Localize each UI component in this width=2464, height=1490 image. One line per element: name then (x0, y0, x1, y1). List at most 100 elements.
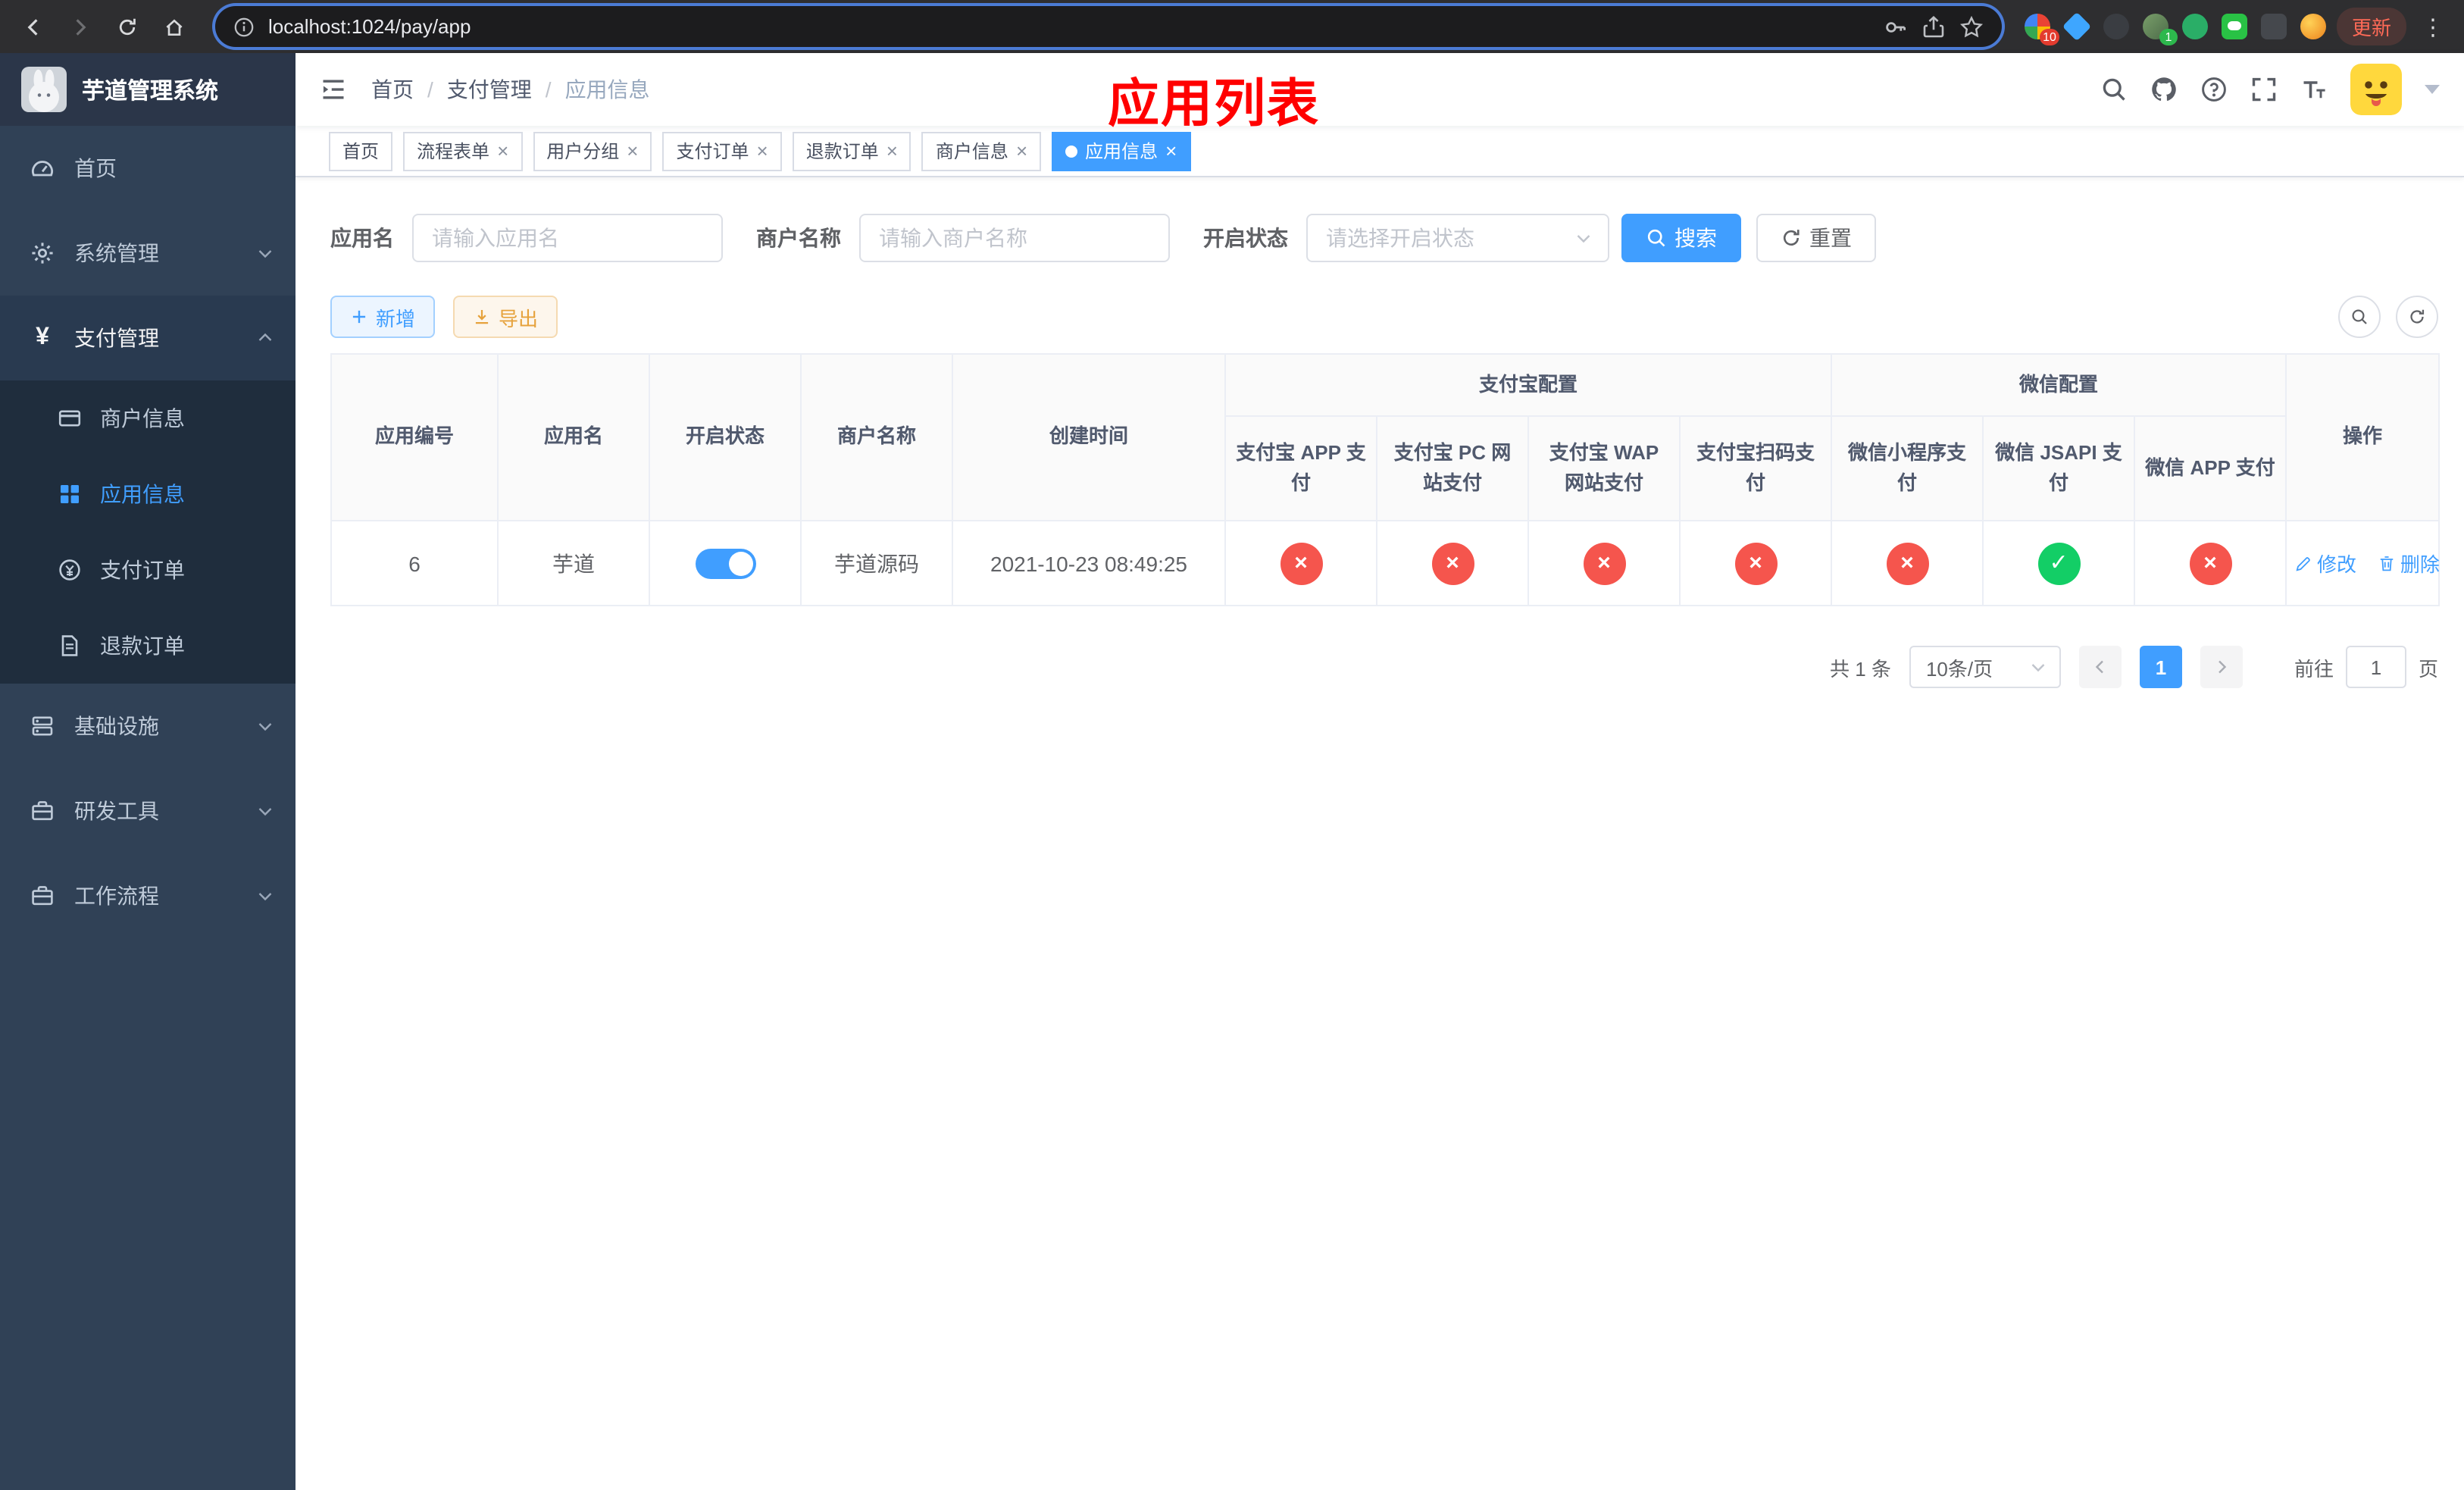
tags-view: 首页 流程表单 × 用户分组 × 支付订单 × 退款订单 × 商户信息 × 应用信息 × (295, 126, 2464, 177)
current-page[interactable]: 1 (2139, 646, 2182, 688)
cell-app-name: 芋道 (497, 520, 650, 606)
sidebar-item-label: 支付管理 (74, 326, 159, 350)
col-alipay-qr: 支付宝扫码支付 (1678, 415, 1833, 521)
sidebar-submenu-payment: 商户信息 应用信息 支付订单 退款订单 (0, 380, 295, 684)
add-button[interactable]: 新增 (330, 296, 436, 338)
page-content: 应用名 商户名称 开启状态 请选择开启状态 搜索 重置 (295, 177, 2464, 1490)
col-status: 开启状态 (649, 353, 802, 521)
prev-page-button[interactable] (2078, 646, 2122, 688)
refresh-icon (1781, 227, 1802, 249)
alipay-qr-status-icon: × (1734, 542, 1777, 584)
download-icon (473, 308, 491, 326)
col-app-id: 应用编号 (330, 353, 499, 521)
sidebar-item-system[interactable]: 系统管理 (0, 211, 295, 296)
tab-home[interactable]: 首页 (329, 131, 393, 171)
sidebar-item-payment[interactable]: ¥ 支付管理 (0, 296, 295, 380)
extension-icon[interactable] (2300, 14, 2326, 39)
document-icon (58, 634, 82, 658)
merchant-name-input[interactable] (859, 214, 1170, 262)
fullscreen-icon[interactable] (2250, 76, 2278, 103)
extension-icon[interactable]: 1 (2142, 14, 2178, 45)
tab-process-form[interactable]: 流程表单 × (403, 131, 523, 171)
avatar-caret-icon[interactable] (2425, 85, 2440, 94)
extension-icon[interactable]: 10 (2024, 14, 2059, 45)
browser-forward-icon[interactable] (62, 8, 98, 45)
refresh-table-button[interactable] (2396, 296, 2438, 338)
goto-page-input[interactable] (2345, 646, 2406, 688)
export-button[interactable]: 导出 (453, 296, 558, 338)
breadcrumb-section[interactable]: 支付管理 (447, 74, 532, 105)
chevron-down-icon (1574, 229, 1593, 247)
close-icon[interactable]: × (1165, 141, 1177, 161)
url-bar[interactable]: localhost:1024/pay/app (215, 6, 2002, 47)
font-size-icon[interactable] (2300, 76, 2328, 103)
col-merchant: 商户名称 (800, 353, 953, 521)
sidebar-item-refund-order[interactable]: 退款订单 (0, 608, 295, 684)
bookmark-star-icon[interactable] (1959, 14, 1984, 39)
sidebar-item-dev-tools[interactable]: 研发工具 (0, 768, 295, 853)
sidebar-item-label: 基础设施 (74, 714, 159, 738)
sidebar-item-workflow[interactable]: 工作流程 (0, 853, 295, 938)
tab-user-group[interactable]: 用户分组 × (533, 131, 652, 171)
help-icon[interactable] (2200, 76, 2228, 103)
col-alipay-app: 支付宝 APP 支付 (1224, 415, 1377, 521)
chrome-update-button[interactable]: 更新 (2336, 8, 2406, 45)
extension-icon[interactable] (2181, 14, 2208, 39)
toolbar-right (2338, 296, 2438, 338)
extension-icon[interactable] (2260, 14, 2287, 39)
edit-button[interactable]: 修改 (2294, 549, 2356, 578)
sidebar-item-app-info[interactable]: 应用信息 (0, 456, 295, 532)
close-icon[interactable]: × (497, 141, 508, 161)
credit-card-icon (58, 406, 82, 430)
reset-button[interactable]: 重置 (1756, 214, 1876, 262)
header-search-icon[interactable] (2100, 76, 2128, 103)
browser-back-icon[interactable] (15, 8, 52, 45)
page-size-select[interactable]: 10条/页 (1909, 646, 2061, 688)
tab-app-info[interactable]: 应用信息 × (1052, 131, 1191, 171)
user-avatar[interactable] (2350, 64, 2402, 115)
site-info-icon[interactable] (233, 16, 255, 37)
cell-created-at: 2021-10-23 08:49:25 (952, 520, 1226, 606)
cell-status (649, 520, 802, 606)
close-icon[interactable]: × (1016, 141, 1027, 161)
app-name-label: 应用名 (330, 226, 394, 250)
delete-button[interactable]: 删除 (2378, 549, 2440, 578)
close-icon[interactable]: × (757, 141, 768, 161)
sidebar-item-infra[interactable]: 基础设施 (0, 684, 295, 768)
chrome-menu-icon[interactable]: ⋮ (2417, 13, 2449, 40)
alipay-wap-status-icon: × (1583, 542, 1625, 584)
extension-icon[interactable] (2221, 14, 2247, 39)
browser-home-icon[interactable] (156, 8, 192, 45)
app-name-input[interactable] (412, 214, 723, 262)
sidebar-item-merchant-info[interactable]: 商户信息 (0, 380, 295, 456)
app-logo[interactable]: 芋道管理系统 (0, 53, 295, 126)
github-icon[interactable] (2150, 76, 2178, 103)
toggle-search-button[interactable] (2338, 296, 2381, 338)
share-icon[interactable] (1921, 14, 1946, 39)
url-text[interactable]: localhost:1024/pay/app (268, 15, 1870, 38)
extension-icon[interactable] (2103, 14, 2129, 39)
chevron-down-icon (2029, 658, 2047, 676)
sidebar-item-pay-order[interactable]: 支付订单 (0, 532, 295, 608)
sidebar-item-label: 应用信息 (100, 482, 185, 506)
status-toggle[interactable] (695, 548, 755, 578)
status-select[interactable]: 请选择开启状态 (1306, 214, 1609, 262)
sidebar-fold-icon[interactable] (320, 76, 347, 103)
browser-reload-icon[interactable] (109, 8, 145, 45)
close-icon[interactable]: × (627, 141, 638, 161)
password-key-icon[interactable] (1884, 14, 1908, 39)
close-icon[interactable]: × (886, 141, 898, 161)
sidebar-item-home[interactable]: 首页 (0, 126, 295, 211)
extensions-area: 10 1 (2024, 11, 2326, 45)
sidebar-item-label: 退款订单 (100, 634, 185, 658)
next-page-button[interactable] (2200, 646, 2243, 688)
screenshot-root: localhost:1024/pay/app 10 1 更新 ⋮ 芋道管理系统 (0, 0, 2464, 1490)
dashboard-icon (30, 156, 55, 180)
breadcrumb-home[interactable]: 首页 (371, 74, 414, 105)
extension-icon[interactable] (2062, 11, 2092, 42)
tab-pay-order[interactable]: 支付订单 × (662, 131, 782, 171)
search-button[interactable]: 搜索 (1621, 214, 1741, 262)
col-alipay-wap: 支付宝 WAP 网站支付 (1527, 415, 1681, 521)
tab-merchant-info[interactable]: 商户信息 × (921, 131, 1042, 171)
tab-refund-order[interactable]: 退款订单 × (792, 131, 911, 171)
